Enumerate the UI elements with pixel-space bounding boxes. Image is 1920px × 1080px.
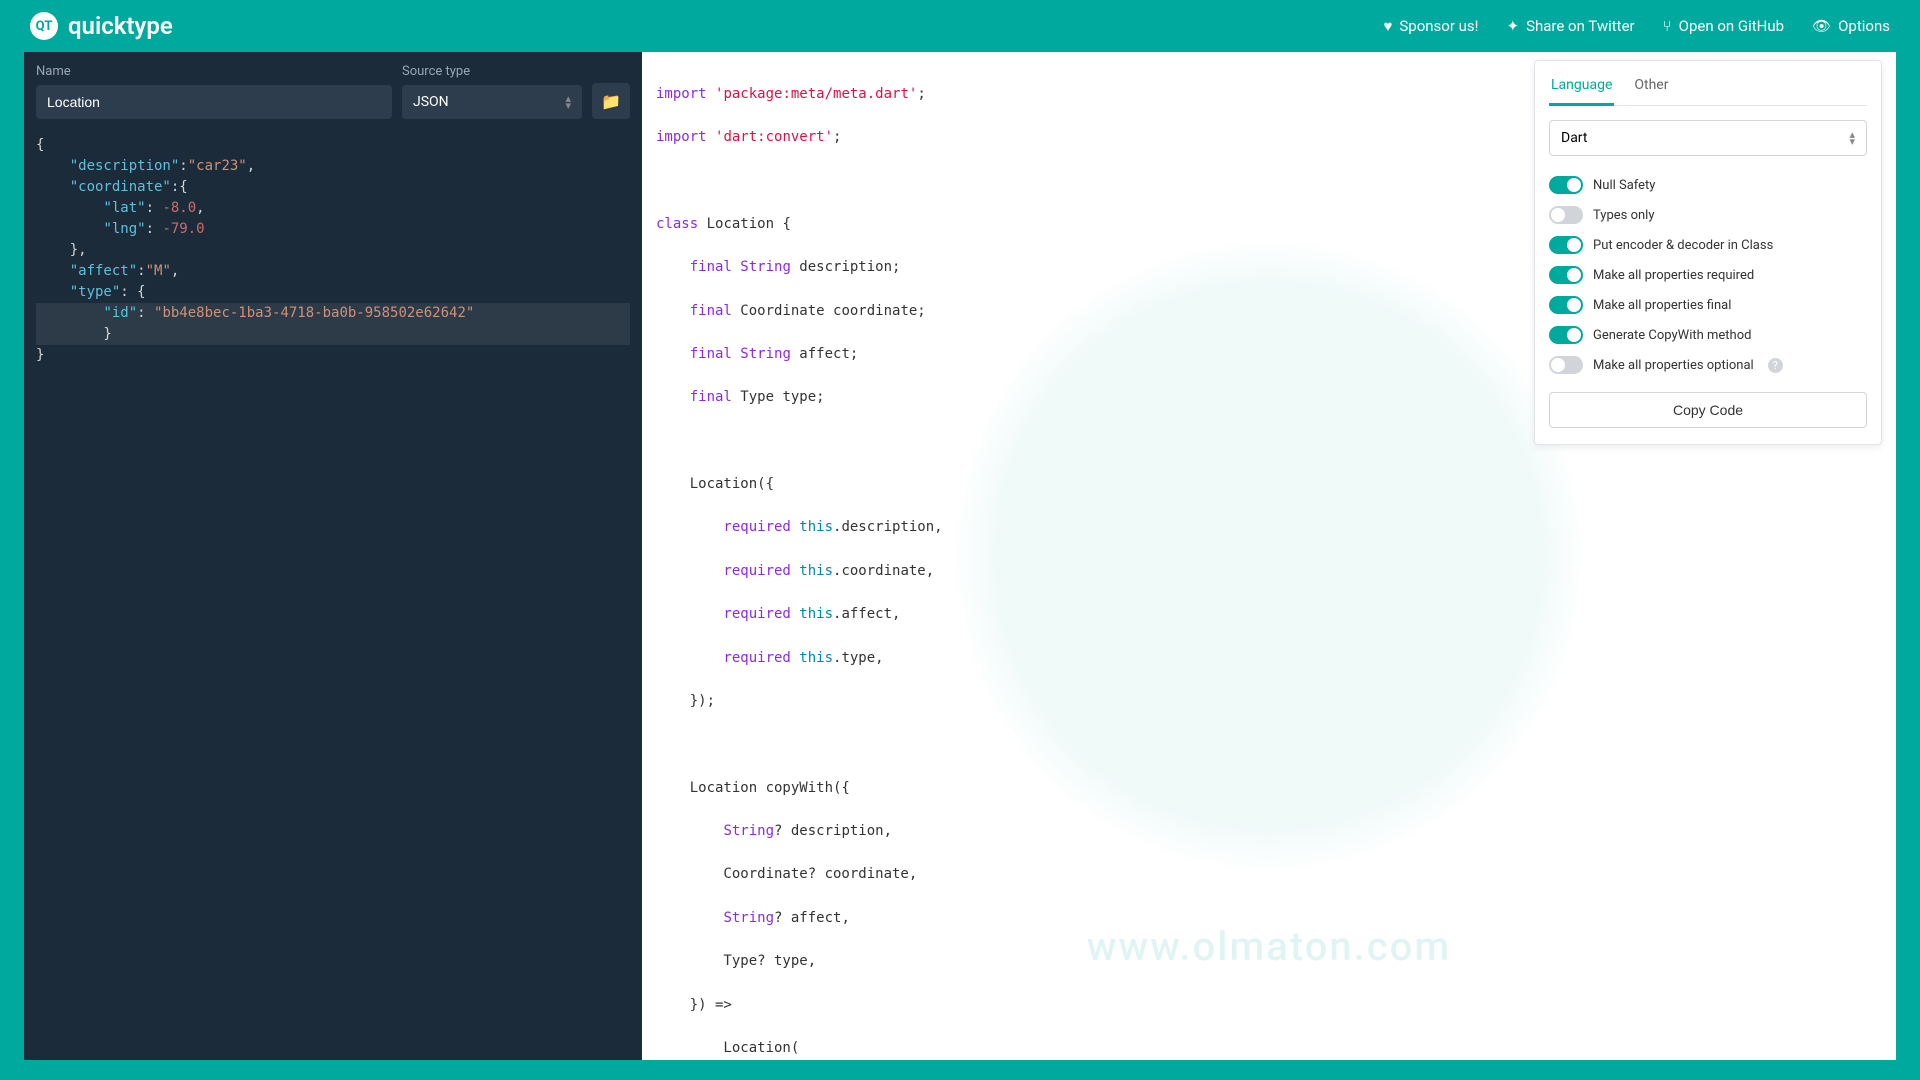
twitter-icon: ✦ [1507,17,1520,35]
name-input[interactable] [36,85,392,119]
copy-code-button[interactable]: Copy Code [1549,392,1867,428]
toggle-types-only[interactable] [1549,206,1583,224]
opt-encoder-decoder: Put encoder & decoder in Class [1549,230,1867,260]
toggle-required[interactable] [1549,266,1583,284]
toggle-final[interactable] [1549,296,1583,314]
json-editor[interactable]: { "description":"car23", "coordinate":{ … [24,127,642,1060]
opt-required: Make all properties required [1549,260,1867,290]
toggle-null-safety[interactable] [1549,176,1583,194]
tab-other[interactable]: Other [1632,71,1670,105]
logo[interactable]: QT quicktype [30,12,173,40]
logo-icon: QT [30,12,58,40]
opt-null-safety: Null Safety [1549,170,1867,200]
eye-icon: 👁 [1812,17,1831,35]
nav-sponsor[interactable]: ♥Sponsor us! [1383,17,1478,35]
output-panel: www.olmaton.com import 'package:meta/met… [642,52,1896,1060]
name-label: Name [36,64,392,79]
toggle-encoder-decoder[interactable] [1549,236,1583,254]
chevron-updown-icon: ▴▾ [565,95,571,109]
nav-twitter[interactable]: ✦Share on Twitter [1507,17,1635,35]
tab-language[interactable]: Language [1549,71,1614,106]
app-header: QT quicktype ♥Sponsor us! ✦Share on Twit… [0,0,1920,52]
opt-optional: Make all properties optional? [1549,350,1867,380]
options-panel: Language Other Dart ▴▾ Null Safety Types… [1534,60,1882,445]
language-select[interactable]: Dart ▴▾ [1549,120,1867,156]
input-header: Name Source type JSON ▴▾ 📁 [24,52,642,127]
opt-copywith: Generate CopyWith method [1549,320,1867,350]
toggle-optional[interactable] [1549,356,1583,374]
source-type-label: Source type [402,64,582,79]
chevron-updown-icon: ▴▾ [1849,131,1855,145]
nav-github[interactable]: ⑂Open on GitHub [1663,17,1784,35]
folder-button[interactable]: 📁 [592,83,630,119]
nav-options[interactable]: 👁Options [1812,17,1890,35]
opt-final: Make all properties final [1549,290,1867,320]
help-icon[interactable]: ? [1768,358,1783,373]
source-type-select[interactable]: JSON ▴▾ [402,85,582,119]
options-tabs: Language Other [1549,71,1867,106]
github-icon: ⑂ [1663,17,1672,35]
toggle-copywith[interactable] [1549,326,1583,344]
brand-name: quicktype [68,12,173,40]
folder-icon: 📁 [601,92,621,111]
heart-icon: ♥ [1383,17,1392,35]
input-panel: Name Source type JSON ▴▾ 📁 { "descriptio… [24,52,642,1060]
content: Name Source type JSON ▴▾ 📁 { "descriptio… [24,52,1896,1060]
nav: ♥Sponsor us! ✦Share on Twitter ⑂Open on … [1383,17,1890,35]
opt-types-only: Types only [1549,200,1867,230]
